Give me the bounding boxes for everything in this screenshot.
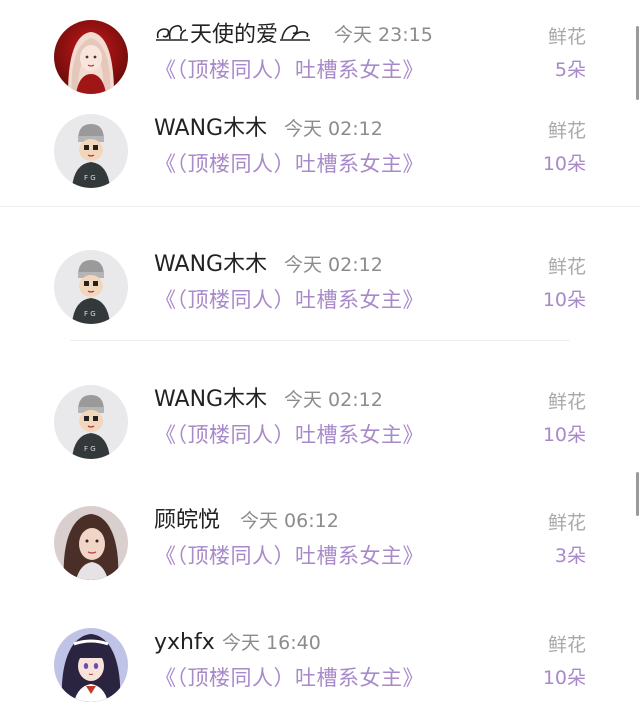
user-name[interactable]: WANG木木 — [154, 114, 267, 144]
divider — [0, 206, 640, 207]
book-title-link[interactable]: 《（顶楼同人）吐槽系女主》 — [155, 541, 424, 571]
book-title-link[interactable]: 《（顶楼同人）吐槽系女主》 — [155, 420, 424, 450]
user-name[interactable]: WANG木木 — [154, 385, 267, 415]
gift-label: 鲜花 — [547, 512, 586, 534]
gift-label: 鲜花 — [547, 391, 586, 413]
user-name[interactable]: 天使的爱 — [154, 20, 312, 50]
timestamp: 今天 16:40 — [222, 632, 321, 654]
cartoon-boy-avatar-icon[interactable]: F G — [54, 114, 128, 188]
gift-count: 3朵 — [554, 545, 586, 567]
timestamp: 今天 06:12 — [240, 510, 339, 532]
list-item[interactable]: 天使的爱 今天 23:15 《（顶楼同人）吐槽系女主》 鲜花 5朵 — [0, 20, 640, 112]
girl-red-avatar-icon[interactable] — [54, 20, 128, 94]
swirl-right-icon — [278, 20, 312, 51]
list-item[interactable]: F G WANG木木 今天 02:12 《（顶楼同人）吐槽系女主》 鲜花 10朵 — [0, 385, 640, 477]
list-item[interactable]: F G WANG木木 今天 02:12 《（顶楼同人）吐槽系女主》 鲜花 10朵 — [0, 114, 640, 206]
gift-count: 10朵 — [542, 424, 586, 446]
book-title-link[interactable]: 《（顶楼同人）吐槽系女主》 — [155, 55, 424, 85]
book-title-link[interactable]: 《（顶楼同人）吐槽系女主》 — [155, 285, 424, 315]
user-name[interactable]: WANG木木 — [154, 250, 267, 280]
user-name[interactable]: 顾皖悦 — [154, 506, 220, 536]
cartoon-boy-avatar-icon[interactable]: F G — [54, 250, 128, 324]
scrollbar-thumb[interactable] — [636, 472, 639, 516]
svg-text:F G: F G — [84, 174, 96, 182]
gift-count: 10朵 — [542, 289, 586, 311]
gift-label: 鲜花 — [547, 634, 586, 656]
cartoon-boy-avatar-icon[interactable]: F G — [54, 385, 128, 459]
timestamp: 今天 02:12 — [284, 254, 383, 276]
book-title-link[interactable]: 《（顶楼同人）吐槽系女主》 — [155, 663, 424, 693]
svg-text:F G: F G — [84, 310, 96, 318]
divider — [70, 340, 570, 341]
gift-label: 鲜花 — [547, 26, 586, 48]
book-title-link[interactable]: 《（顶楼同人）吐槽系女主》 — [155, 149, 424, 179]
svg-text:F G: F G — [84, 445, 96, 453]
gift-count: 5朵 — [554, 59, 586, 81]
gift-label: 鲜花 — [547, 256, 586, 278]
anime-girl-avatar-icon[interactable] — [54, 628, 128, 702]
flower-gift-list: 天使的爱 今天 23:15 《（顶楼同人）吐槽系女主》 鲜花 5朵 F G WA… — [0, 0, 640, 703]
timestamp: 今天 23:15 — [334, 24, 433, 46]
gift-label: 鲜花 — [547, 120, 586, 142]
list-item[interactable]: F G WANG木木 今天 02:12 《（顶楼同人）吐槽系女主》 鲜花 10朵 — [0, 250, 640, 342]
swirl-left-icon — [154, 20, 190, 51]
gift-count: 10朵 — [542, 153, 586, 175]
timestamp: 今天 02:12 — [284, 118, 383, 140]
timestamp: 今天 02:12 — [284, 389, 383, 411]
list-item[interactable]: yxhfx 今天 16:40 《（顶楼同人）吐槽系女主》 鲜花 10朵 — [0, 628, 640, 720]
scrollbar-thumb[interactable] — [636, 26, 639, 100]
list-item[interactable]: 顾皖悦 今天 06:12 《（顶楼同人）吐槽系女主》 鲜花 3朵 — [0, 506, 640, 598]
gift-count: 10朵 — [542, 667, 586, 689]
girl-photo-avatar-icon[interactable] — [54, 506, 128, 580]
user-name[interactable]: yxhfx — [154, 628, 215, 658]
